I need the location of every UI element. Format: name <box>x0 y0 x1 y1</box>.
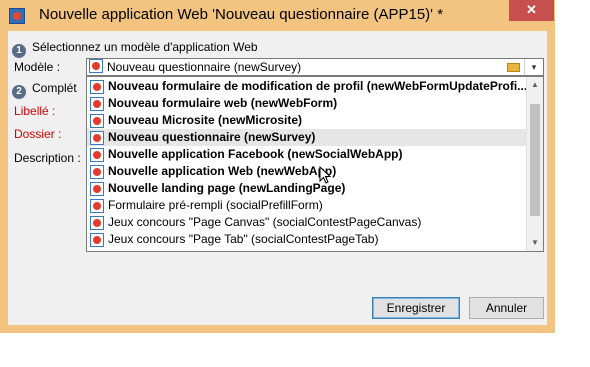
mouse-cursor-icon <box>319 166 331 184</box>
app-icon <box>9 8 25 24</box>
folder-icon[interactable] <box>506 60 522 74</box>
list-item[interactable]: Nouvelle application Web (newWebApp) <box>87 163 527 180</box>
dossier-label: Dossier : <box>14 127 62 141</box>
chevron-down-icon[interactable]: ▾ <box>524 59 543 75</box>
web-app-icon <box>90 114 104 128</box>
step-2: 2 Complét <box>12 81 77 99</box>
list-item-label: Nouveau formulaire web (newWebForm) <box>108 96 338 110</box>
step-1-label: Sélectionnez un modèle d'application Web <box>32 40 258 54</box>
scroll-down-icon[interactable]: ▼ <box>527 235 543 251</box>
dialog-window: Nouvelle application Web 'Nouveau questi… <box>0 0 555 333</box>
step-2-number: 2 <box>12 85 26 99</box>
list-item-label: Jeux concours "Page Canvas" (socialConte… <box>108 215 422 229</box>
list-item-label: Formulaire pré-rempli (socialPrefillForm… <box>108 198 323 212</box>
list-item-label: Nouveau Microsite (newMicrosite) <box>108 113 303 127</box>
web-app-icon <box>90 97 104 111</box>
modele-label: Modèle : <box>14 60 61 74</box>
list-item-label: Jeux concours "Page Tab" (socialContestP… <box>108 232 379 246</box>
list-item[interactable]: Nouvelle application Facebook (newSocial… <box>87 146 527 163</box>
description-label: Description : <box>14 151 81 165</box>
step-1-number: 1 <box>12 44 26 58</box>
web-app-icon <box>89 59 103 73</box>
list-item-label: Nouveau formulaire de modification de pr… <box>108 79 527 93</box>
scroll-up-icon[interactable]: ▲ <box>527 77 543 93</box>
scrollbar-thumb[interactable] <box>530 104 540 216</box>
cancel-button[interactable]: Annuler <box>469 297 544 319</box>
modele-combobox[interactable]: Nouveau questionnaire (newSurvey) ▾ <box>86 58 544 76</box>
list-item-label: Nouvelle application Web (newWebApp) <box>108 164 337 178</box>
step-1: 1 Sélectionnez un modèle d'application We… <box>12 40 258 58</box>
list-item[interactable]: Nouveau Microsite (newMicrosite) <box>87 112 527 129</box>
web-app-icon <box>90 233 104 247</box>
list-item[interactable]: Jeux concours "Page Tab" (socialContestP… <box>87 231 527 248</box>
dropdown-scrollbar[interactable]: ▲ ▼ <box>526 77 543 251</box>
window-title: Nouvelle application Web 'Nouveau questi… <box>39 6 444 23</box>
modele-dropdown-list[interactable]: Nouveau formulaire de modification de pr… <box>86 76 544 252</box>
close-button[interactable]: ✕ <box>509 0 554 21</box>
list-item[interactable]: Nouveau formulaire de modification de pr… <box>87 78 527 95</box>
list-item-label: Nouvelle application Facebook (newSocial… <box>108 147 403 161</box>
title-bar[interactable]: Nouvelle application Web 'Nouveau questi… <box>0 0 555 30</box>
web-app-icon <box>90 182 104 196</box>
list-item-label: Nouveau questionnaire (newSurvey) <box>108 130 316 144</box>
list-item[interactable]: Nouvelle landing page (newLandingPage) <box>87 180 527 197</box>
step-2-label: Complét <box>32 81 77 95</box>
web-app-icon <box>90 216 104 230</box>
web-app-icon <box>90 148 104 162</box>
web-app-icon <box>90 80 104 94</box>
list-item-label: Nouvelle landing page (newLandingPage) <box>108 181 346 195</box>
list-item[interactable]: Jeux concours "Page Canvas" (socialConte… <box>87 214 527 231</box>
libelle-label: Libellé : <box>14 104 56 118</box>
save-button[interactable]: Enregistrer <box>372 297 460 319</box>
list-item-selected[interactable]: Nouveau questionnaire (newSurvey) <box>87 129 527 146</box>
web-app-icon <box>90 165 104 179</box>
dialog-content: 1 Sélectionnez un modèle d'application We… <box>8 31 547 325</box>
web-app-icon <box>90 199 104 213</box>
modele-combobox-value: Nouveau questionnaire (newSurvey) <box>107 60 302 74</box>
web-app-icon <box>90 131 104 145</box>
list-item[interactable]: Formulaire pré-rempli (socialPrefillForm… <box>87 197 527 214</box>
list-item[interactable]: Nouveau formulaire web (newWebForm) <box>87 95 527 112</box>
